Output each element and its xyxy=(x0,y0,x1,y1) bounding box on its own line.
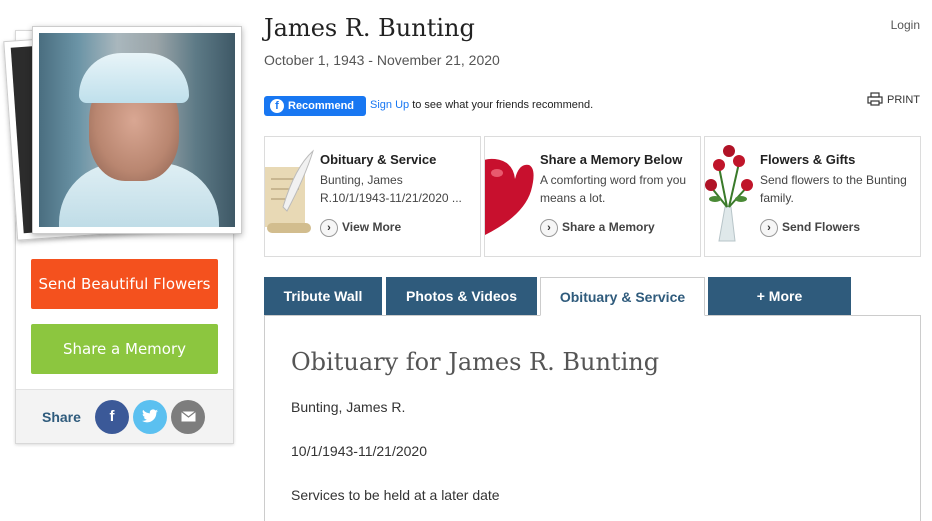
card-title: Flowers & Gifts xyxy=(760,152,856,167)
facebook-signup-text: Sign Up to see what your friends recomme… xyxy=(370,99,594,111)
email-share-icon[interactable] xyxy=(171,400,205,434)
card-description: A comforting word from you means a lot. xyxy=(540,173,687,205)
card-title: Share a Memory Below xyxy=(540,152,683,167)
facebook-icon: f xyxy=(270,99,284,113)
scroll-quill-icon xyxy=(265,149,315,233)
view-more-link[interactable]: › View More xyxy=(320,219,401,237)
tab-tribute-wall[interactable]: Tribute Wall xyxy=(264,277,382,315)
life-dates: October 1, 1943 - November 21, 2020 xyxy=(264,52,500,68)
send-flowers-link[interactable]: › Send Flowers xyxy=(760,219,860,237)
decedent-name: James R. Bunting xyxy=(264,14,475,42)
tab-obituary-service[interactable]: Obituary & Service xyxy=(540,277,705,316)
chevron-right-icon: › xyxy=(760,219,778,237)
facebook-signup-link[interactable]: Sign Up xyxy=(370,99,409,111)
share-memory-link[interactable]: › Share a Memory xyxy=(540,219,655,237)
card-description: Send flowers to the Bunting family. xyxy=(760,173,907,205)
card-description: Bunting, James R.10/1/1943-11/21/2020 ..… xyxy=(320,173,462,205)
obituary-line: 10/1/1943-11/21/2020 xyxy=(291,443,427,459)
card-title: Obituary & Service xyxy=(320,152,437,167)
share-memory-button[interactable]: Share a Memory xyxy=(31,324,218,374)
tab-photos-videos[interactable]: Photos & Videos xyxy=(386,277,537,315)
obituary-line: Bunting, James R. xyxy=(291,399,406,415)
facebook-recommend-button[interactable]: f Recommend xyxy=(264,96,366,116)
chevron-right-icon: › xyxy=(540,219,558,237)
login-link[interactable]: Login xyxy=(891,18,920,32)
profile-photo[interactable] xyxy=(32,26,242,234)
chevron-right-icon: › xyxy=(320,219,338,237)
obituary-service-card[interactable]: Obituary & Service Bunting, James R.10/1… xyxy=(264,136,481,257)
heart-icon xyxy=(485,158,534,235)
twitter-share-icon[interactable] xyxy=(133,400,167,434)
obituary-line: Services to be held at a later date xyxy=(291,487,500,503)
facebook-share-icon[interactable]: f xyxy=(95,400,129,434)
tab-more[interactable]: + More xyxy=(708,277,851,315)
obituary-panel: Obituary for James R. Bunting Bunting, J… xyxy=(264,315,921,521)
flowers-gifts-card[interactable]: Flowers & Gifts Send flowers to the Bunt… xyxy=(704,136,921,257)
printer-icon xyxy=(867,92,883,106)
print-button[interactable]: PRINT xyxy=(867,92,920,106)
share-bar: Share f xyxy=(16,389,233,443)
obituary-title: Obituary for James R. Bunting xyxy=(291,348,660,376)
photo-stack xyxy=(3,20,246,241)
share-memory-card[interactable]: Share a Memory Below A comforting word f… xyxy=(484,136,701,257)
send-flowers-button[interactable]: Send Beautiful Flowers xyxy=(31,259,218,309)
share-label: Share xyxy=(42,409,81,425)
roses-icon xyxy=(705,145,753,242)
